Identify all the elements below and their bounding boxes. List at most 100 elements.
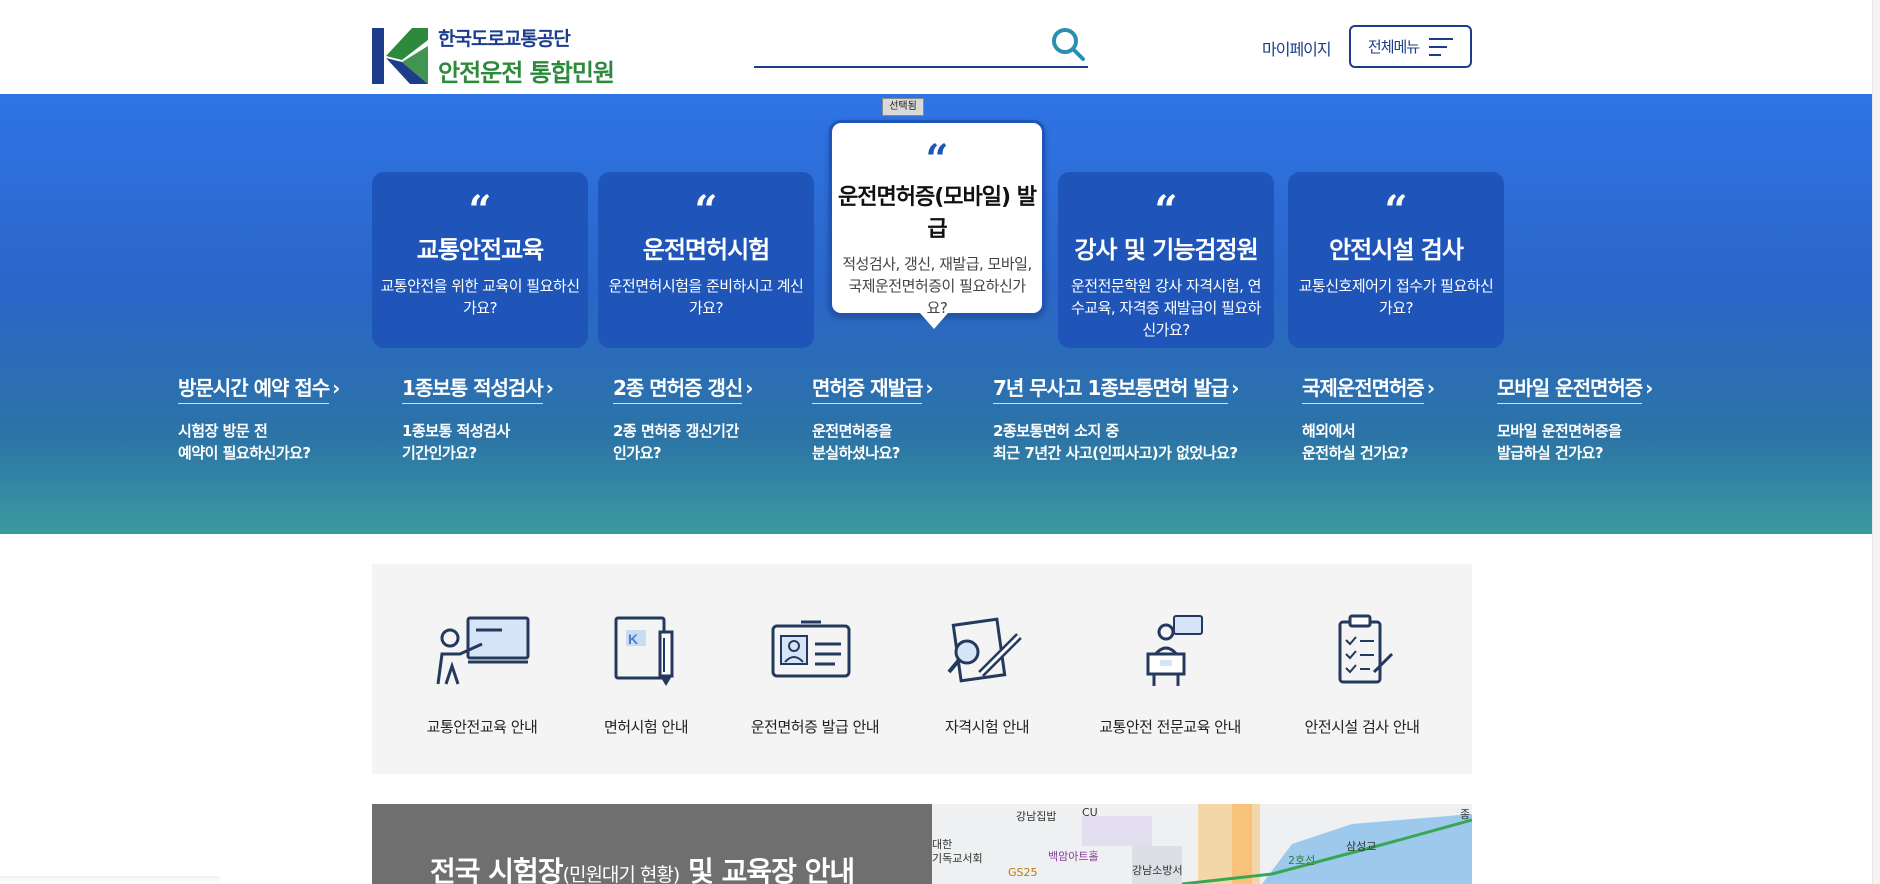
- quick-link-seven-year-accident-free[interactable]: 7년 무사고 1종보통면허 발급 › 2종보통면허 소지 중 최근 7년간 사고(인…: [993, 372, 1239, 464]
- svg-text:K: K: [628, 631, 638, 647]
- quick-link-desc: 분실하셨나요?: [812, 444, 901, 462]
- quick-link-desc: 모바일 운전면허증을: [1497, 422, 1622, 440]
- map-label: 기독교서회: [932, 852, 983, 865]
- search-bar: [754, 24, 1088, 68]
- site-logo[interactable]: 한국도로교통공단 안전운전 통합민원: [372, 24, 615, 88]
- guide-item-safety-facility[interactable]: 안전시설 검사 안내: [1296, 614, 1428, 737]
- mypage-link[interactable]: 마이페이지: [1262, 36, 1332, 60]
- guide-item-license-exam[interactable]: K 면허시험 안내: [596, 614, 696, 737]
- card-title: 강사 및 기능검정원: [1074, 236, 1258, 264]
- guide-item-professional-education[interactable]: 교통안전 전문교육 안내: [1086, 614, 1254, 737]
- card-title: 운전면허증(모바일) 발급: [838, 185, 1037, 242]
- chevron-right-icon: ›: [745, 376, 754, 400]
- map-label: CU: [1082, 806, 1098, 819]
- guide-item-label: 교통안전교육 안내: [426, 718, 538, 736]
- map-label: 강남소방서: [1132, 864, 1183, 877]
- quick-link-desc: 시험장 방문 전: [178, 422, 268, 440]
- card-desc: 운전전문학원 강사 자격시험, 연수교육, 자격증 재발급이 필요하신가요?: [1071, 277, 1261, 339]
- quick-link-desc: 예약이 필요하신가요?: [178, 444, 311, 462]
- map-label: 삼성교: [1346, 840, 1377, 853]
- quick-link-desc: 운전면허증을: [812, 422, 892, 440]
- card-instructor-examiner[interactable]: “ 강사 및 기능검정원 운전전문학원 강사 자격시험, 연수교육, 자격증 재…: [1058, 172, 1274, 348]
- presentation-icon: [436, 616, 530, 685]
- quick-link-desc: 2종보통면허 소지 중: [993, 422, 1119, 440]
- quote-icon: “: [925, 136, 949, 183]
- guide-item-label: 면허시험 안내: [603, 718, 689, 736]
- map-label: GS25: [1008, 866, 1038, 879]
- checklist-clipboard-icon: [1338, 614, 1394, 684]
- quick-link-title: 2종 면허증 갱신: [613, 372, 743, 404]
- bottom-shadow: [0, 876, 220, 884]
- card-desc: 교통안전을 위한 교육이 필요하신가요?: [380, 277, 580, 317]
- map-label: 강남집밥: [1016, 810, 1057, 823]
- id-card-icon: [771, 620, 851, 678]
- quick-link-visit-reservation[interactable]: 방문시간 예약 접수 › 시험장 방문 전예약이 필요하신가요?: [178, 372, 340, 464]
- title-part: 전국 시험장: [430, 855, 564, 884]
- chevron-right-icon: ›: [925, 376, 934, 400]
- exam-document-icon: K: [614, 616, 674, 686]
- vertical-scrollbar[interactable]: [1872, 0, 1880, 884]
- chevron-right-icon: ›: [1645, 376, 1654, 400]
- search-icon[interactable]: [1050, 26, 1086, 62]
- quick-link-title: 방문시간 예약 접수: [178, 372, 330, 404]
- quick-link-title: 면허증 재발급: [812, 372, 923, 404]
- search-input[interactable]: [754, 24, 1044, 64]
- card-license-exam[interactable]: “ 운전면허시험 운전면허시험을 준비하시고 계신가요?: [598, 172, 814, 348]
- quick-link-title: 7년 무사고 1종보통면허 발급: [993, 372, 1229, 404]
- lecturer-icon: [1146, 615, 1203, 686]
- card-desc: 적성검사, 갱신, 재발급, 모바일, 국제운전면허증이 필요하신가요?: [842, 255, 1032, 317]
- test-center-guide-panel[interactable]: 전국 시험장(민원대기 현황) 및 교육장 안내: [372, 804, 932, 884]
- chevron-right-icon: ›: [332, 376, 341, 400]
- quick-link-desc: 인가요?: [613, 444, 662, 462]
- logo-org-name: 한국도로교통공단: [438, 28, 571, 50]
- quick-link-desc: 해외에서: [1302, 422, 1356, 440]
- quick-link-desc: 기간인가요?: [402, 444, 477, 462]
- quick-link-desc: 1종보통 적성검사: [402, 422, 510, 440]
- all-menu-button[interactable]: 전체메뉴: [1349, 25, 1472, 68]
- logo-service-name: 안전운전 통합민원: [438, 59, 615, 87]
- card-desc: 교통신호제어기 접수가 필요하신가요?: [1298, 277, 1494, 317]
- hamburger-menu-icon: [1429, 37, 1454, 56]
- guide-item-license-issue[interactable]: 운전면허증 발급 안내: [740, 614, 890, 737]
- map-label: 종: [1460, 808, 1471, 821]
- guide-item-label: 운전면허증 발급 안내: [750, 718, 880, 736]
- quote-icon: “: [468, 187, 492, 234]
- location-map[interactable]: 강남집밥 CU 대한 기독교서회 백암아트홀 GS25 강남소방서 삼성교 2호…: [932, 804, 1472, 884]
- chevron-right-icon: ›: [1426, 376, 1436, 400]
- test-center-guide-title: 전국 시험장(민원대기 현황) 및 교육장 안내: [430, 850, 855, 884]
- card-safety-facility-inspection[interactable]: “ 안전시설 검사 교통신호제어기 접수가 필요하신가요?: [1288, 172, 1504, 348]
- card-title: 운전면허시험: [642, 236, 770, 264]
- quick-link-title: 1종보통 적성검사: [402, 372, 544, 404]
- quick-link-international-license[interactable]: 국제운전면허증 › 해외에서운전하실 건가요?: [1302, 372, 1435, 464]
- map-label: 2호선: [1288, 854, 1316, 867]
- koroad-logo-icon: [372, 28, 428, 84]
- certificate-pen-icon: [947, 617, 1022, 683]
- card-desc: 운전면허시험을 준비하시고 계신가요?: [608, 277, 804, 317]
- quick-link-license-renewal[interactable]: 2종 면허증 갱신 › 2종 면허증 갱신기간인가요?: [613, 372, 754, 464]
- guide-item-safety-education[interactable]: 교통안전교육 안내: [420, 614, 544, 737]
- guide-item-label: 안전시설 검사 안내: [1304, 718, 1420, 736]
- guide-item-qualification-exam[interactable]: 자격시험 안내: [932, 614, 1042, 737]
- title-part: 및 교육장 안내: [679, 855, 855, 884]
- guide-item-label: 교통안전 전문교육 안내: [1099, 718, 1241, 736]
- card-traffic-safety-education[interactable]: “ 교통안전교육 교통안전을 위한 교육이 필요하신가요?: [372, 172, 588, 348]
- quick-link-desc: 발급하실 건가요?: [1497, 444, 1604, 462]
- quick-link-desc: 2종 면허증 갱신기간: [613, 422, 739, 440]
- chevron-right-icon: ›: [1231, 376, 1240, 400]
- card-title: 안전시설 검사: [1329, 236, 1464, 264]
- quick-link-mobile-license[interactable]: 모바일 운전면허증 › 모바일 운전면허증을 발급하실 건가요?: [1497, 372, 1653, 464]
- selected-tag: 선택됨: [882, 98, 924, 116]
- chevron-right-icon: ›: [545, 376, 554, 400]
- quick-link-title: 국제운전면허증: [1302, 372, 1425, 404]
- title-subpart: (민원대기 현황): [562, 864, 681, 884]
- card-license-issue[interactable]: “ 운전면허증(모바일) 발급 적성검사, 갱신, 재발급, 모바일, 국제운전…: [829, 120, 1045, 317]
- map-label: 백암아트홀: [1048, 850, 1099, 863]
- active-card-pointer: [920, 313, 948, 329]
- quick-link-license-reissue[interactable]: 면허증 재발급 › 운전면허증을분실하셨나요?: [812, 372, 934, 464]
- guide-strip: 교통안전교육 안내 K 면허시험 안내 운전면허증 발급 안내 자격시험 안내 …: [372, 564, 1472, 774]
- quick-link-aptitude-test[interactable]: 1종보통 적성검사 › 1종보통 적성검사 기간인가요?: [402, 372, 554, 464]
- quote-icon: “: [1384, 187, 1408, 234]
- quote-icon: “: [694, 187, 718, 234]
- quick-link-desc: 운전하실 건가요?: [1302, 444, 1409, 462]
- guide-item-label: 자격시험 안내: [944, 718, 1030, 736]
